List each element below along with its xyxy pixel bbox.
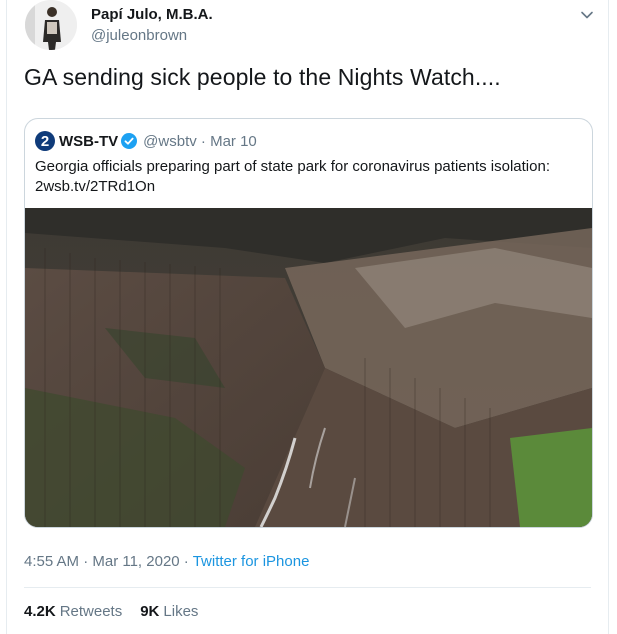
- quoted-handle-date: @wsbtv · Mar 10: [143, 132, 257, 150]
- timestamp-separator: ·: [179, 553, 193, 570]
- retweets-stat[interactable]: 4.2K Retweets: [24, 603, 122, 620]
- quoted-link[interactable]: 2wsb.tv/2TRd1On: [35, 177, 580, 197]
- quoted-tweet-text: Georgia officials preparing part of stat…: [35, 157, 580, 197]
- author-name[interactable]: Papí Julo, M.B.A.: [91, 6, 213, 23]
- chevron-down-icon[interactable]: [580, 8, 594, 22]
- wsb-logo: 2: [35, 131, 55, 151]
- tweet-text: GA sending sick people to the Nights Wat…: [24, 64, 501, 90]
- quoted-tweet[interactable]: 2 WSB-TV @wsbtv · Mar 10 Georgia officia…: [24, 118, 593, 528]
- retweets-count: 4.2K: [24, 603, 56, 620]
- tweet-card: Papí Julo, M.B.A. @juleonbrown GA sendin…: [6, 0, 609, 634]
- likes-count: 9K: [140, 603, 160, 620]
- likes-label: Likes: [163, 603, 199, 620]
- avatar[interactable]: [25, 0, 77, 50]
- quoted-text-line: Georgia officials preparing part of stat…: [35, 158, 550, 175]
- timestamp-text[interactable]: 4:55 AM · Mar 11, 2020: [24, 553, 180, 570]
- verified-badge-icon: [121, 133, 138, 149]
- tweet-stats: 4.2K Retweets 9K Likes: [24, 603, 198, 620]
- tweet-timestamp: 4:55 AM · Mar 11, 2020 · Twitter for iPh…: [24, 553, 309, 570]
- quoted-author-name[interactable]: WSB-TV: [59, 133, 118, 150]
- quoted-tweet-header: 2 WSB-TV @wsbtv · Mar 10: [35, 131, 257, 151]
- likes-stat[interactable]: 9K Likes: [140, 603, 198, 620]
- quoted-media-image[interactable]: [25, 208, 592, 527]
- retweets-label: Retweets: [59, 603, 123, 620]
- author-handle[interactable]: @juleonbrown: [91, 27, 187, 44]
- tweet-source-link[interactable]: Twitter for iPhone: [193, 553, 310, 570]
- divider: [24, 587, 591, 588]
